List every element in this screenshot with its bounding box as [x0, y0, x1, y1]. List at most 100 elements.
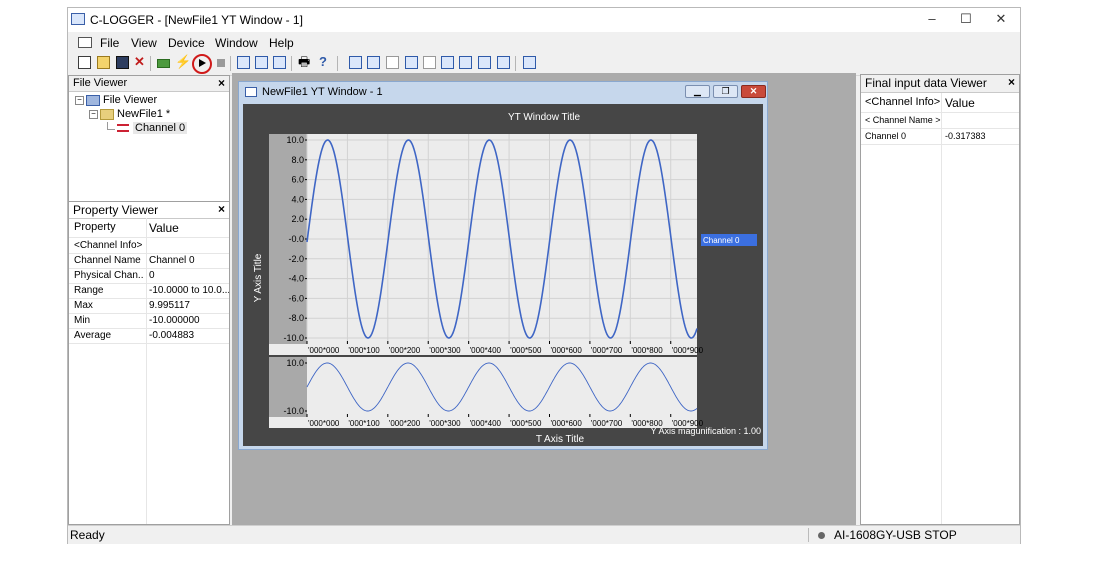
- plot-background: [307, 357, 697, 417]
- final-subheader-row: < Channel Name >: [861, 113, 1019, 129]
- y-tick-label: -6.0: [288, 293, 304, 303]
- property-row[interactable]: <Channel Info>: [69, 238, 229, 254]
- x-tick-label: '000*800: [631, 419, 663, 428]
- x-axis-title: T Axis Title: [536, 434, 585, 445]
- file-viewer-panel: File Viewer × − File Viewer − NewFile1 * C…: [68, 75, 230, 202]
- file-viewer-close-icon[interactable]: ×: [218, 76, 225, 90]
- new-file-icon[interactable]: [78, 56, 91, 69]
- x-tick-label: '000*300: [429, 346, 461, 355]
- final-viewer-title: Final input data Viewer: [865, 76, 987, 90]
- final-header-row: <Channel Info> Value: [861, 94, 1019, 113]
- status-ready: Ready: [70, 528, 105, 542]
- property-row[interactable]: Average -0.004883: [69, 328, 229, 344]
- toolbar-separator: [337, 56, 338, 71]
- run-button[interactable]: [199, 59, 206, 67]
- cascade-icon[interactable]: [237, 56, 250, 69]
- yt-close-button[interactable]: ✕: [741, 85, 766, 98]
- toolbar-separator: [150, 56, 151, 71]
- y-tick-label: -2.0: [288, 254, 304, 264]
- property-header-row: Property Value: [69, 219, 229, 238]
- property-row[interactable]: Range -10.0000 to 10.0...: [69, 283, 229, 299]
- channel-icon: [117, 124, 129, 133]
- shrink-vertical-icon[interactable]: [423, 56, 436, 69]
- y-tick-label: 8.0: [291, 155, 304, 165]
- open-folder-icon[interactable]: [97, 56, 110, 69]
- property-row[interactable]: Physical Chan... 0: [69, 268, 229, 284]
- tree-file[interactable]: − NewFile1 *: [89, 108, 170, 120]
- x-tick-label: '000*400: [470, 419, 502, 428]
- y-tick-label: 4.0: [291, 194, 304, 204]
- final-viewer-close-icon[interactable]: ×: [1008, 75, 1015, 89]
- tile-vertical-icon[interactable]: [273, 56, 286, 69]
- device-icon[interactable]: [157, 59, 170, 68]
- folder-icon: [100, 108, 114, 120]
- shrink-horizontal-icon[interactable]: [386, 56, 399, 69]
- property-row[interactable]: Min -10.000000: [69, 313, 229, 329]
- yt-window-icon[interactable]: [349, 56, 362, 69]
- minimize-button[interactable]: –: [914, 8, 950, 30]
- toolbar-separator: [291, 56, 292, 71]
- collapse-icon[interactable]: −: [75, 95, 84, 105]
- yt-plot-area: YT Window Title Y Axis Title T Axis Titl…: [243, 104, 763, 446]
- expand-vertical-icon[interactable]: [405, 56, 418, 69]
- y-tick-label: 2.0: [291, 214, 304, 224]
- file-viewer-header: File Viewer ×: [69, 76, 229, 92]
- col-value: Value: [149, 221, 179, 235]
- x-tick-label: '000*900: [672, 346, 704, 355]
- x-tick-label: '000*200: [389, 346, 421, 355]
- menu-device[interactable]: Device: [168, 36, 205, 50]
- main-chart-group: 10.0 8.0 6.0 4.0 2.0 -0.0 -2.0 -4.0 -6.0 -8.0 -10.…: [269, 134, 704, 355]
- tree-channel[interactable]: Channel 0: [117, 122, 188, 134]
- property-row[interactable]: Max 9.995117: [69, 298, 229, 314]
- property-viewer-close-icon[interactable]: ×: [218, 202, 225, 216]
- file-viewer-icon: [86, 94, 100, 106]
- x-tick-label: '000*500: [510, 419, 542, 428]
- x-tick-label: '000*100: [348, 346, 380, 355]
- bar-meter-icon[interactable]: [459, 56, 472, 69]
- stop-button[interactable]: [217, 59, 225, 67]
- document-icon[interactable]: [78, 37, 92, 48]
- property-value: 9.995117: [149, 300, 190, 311]
- chart-title: YT Window Title: [508, 112, 580, 123]
- wand-icon[interactable]: ⚡: [175, 54, 191, 70]
- yt-minimize-button[interactable]: ▁: [685, 85, 710, 98]
- y-tick-label: -0.0: [288, 234, 304, 244]
- x-tick-label: '000*200: [389, 419, 421, 428]
- tree-channel-label: Channel 0: [133, 122, 188, 134]
- close-button[interactable]: ✕: [983, 8, 1019, 30]
- tile-horizontal-icon[interactable]: [255, 56, 268, 69]
- toolbar-separator: [515, 56, 516, 71]
- y-tick-label: 10.0: [286, 358, 304, 368]
- maximize-button[interactable]: ☐: [948, 8, 984, 30]
- x-tick-label: '000*300: [429, 419, 461, 428]
- tree-root[interactable]: − File Viewer: [75, 94, 157, 106]
- final-viewer-header: Final input data Viewer ×: [861, 75, 1019, 93]
- property-label: Range: [74, 285, 104, 296]
- file-viewer-title: File Viewer: [73, 77, 128, 89]
- help-icon[interactable]: ?: [319, 54, 327, 70]
- tree-file-label: NewFile1 *: [117, 108, 171, 120]
- menu-window[interactable]: Window: [215, 36, 258, 50]
- collapse-icon[interactable]: −: [89, 109, 98, 119]
- col-value: Value: [945, 96, 975, 110]
- cursor-pair-icon[interactable]: [497, 56, 510, 69]
- property-row[interactable]: Channel Name Channel 0: [69, 253, 229, 269]
- expand-horizontal-icon[interactable]: [367, 56, 380, 69]
- property-label: Channel Name: [74, 255, 141, 266]
- settings-icon[interactable]: [523, 56, 536, 69]
- property-value: -10.000000: [149, 315, 200, 326]
- final-data-row[interactable]: Channel 0 -0.317383: [861, 129, 1019, 145]
- print-icon[interactable]: 🖶: [298, 54, 310, 70]
- menu-view[interactable]: View: [131, 36, 157, 50]
- save-icon[interactable]: [116, 56, 129, 69]
- digital-display-icon[interactable]: [441, 56, 454, 69]
- app-icon: [71, 13, 85, 25]
- y-tick-label: -10.0: [283, 333, 304, 343]
- cursor-icon[interactable]: [478, 56, 491, 69]
- menu-file[interactable]: File: [100, 36, 119, 50]
- yt-restore-button[interactable]: ❐: [713, 85, 738, 98]
- delete-icon[interactable]: ✕: [134, 54, 145, 70]
- property-label: Min: [74, 315, 91, 326]
- chart-legend[interactable]: Channel 0: [701, 234, 757, 246]
- menu-help[interactable]: Help: [269, 36, 294, 50]
